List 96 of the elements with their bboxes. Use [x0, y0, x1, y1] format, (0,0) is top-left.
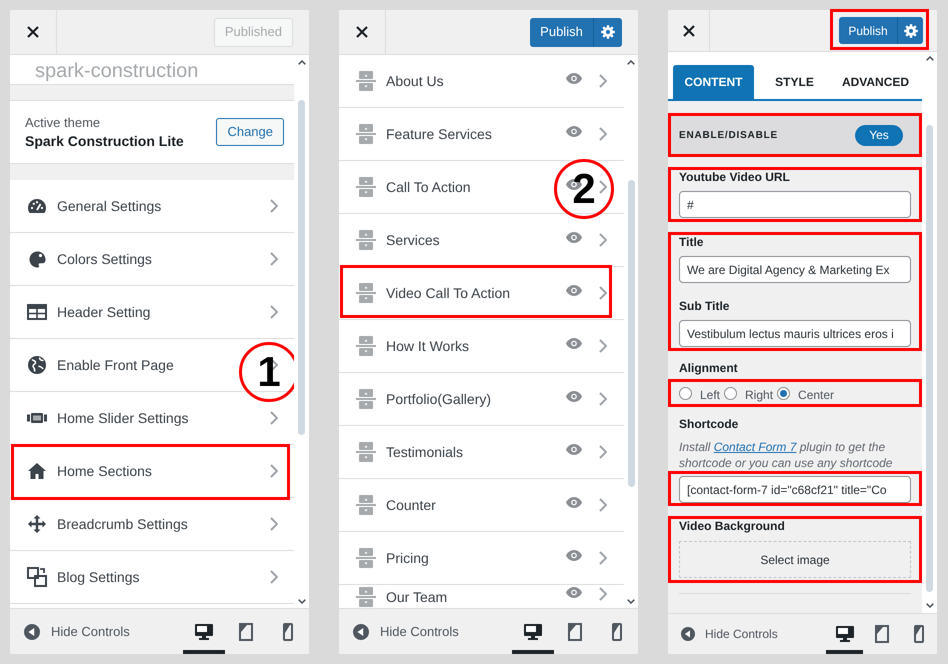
chevron-right-icon — [599, 498, 607, 512]
split-block-icon — [356, 548, 376, 568]
text-input[interactable]: # — [679, 191, 911, 218]
caret-up-icon[interactable] — [627, 60, 635, 65]
close-icon — [27, 26, 39, 38]
arrow-left-circle-icon — [681, 627, 695, 641]
chevron-right-icon — [599, 127, 607, 141]
contact-form-link[interactable]: Contact Form 7 — [714, 440, 796, 454]
desktop-icon — [836, 626, 854, 642]
desktop-icon — [195, 624, 213, 640]
gear-icon — [904, 24, 918, 38]
tablet-icon — [568, 622, 582, 640]
split-block-icon — [356, 283, 376, 303]
radio-button[interactable] — [679, 386, 692, 400]
desktop-icon — [524, 624, 542, 640]
chevron-right-icon — [270, 411, 278, 425]
split-block-icon — [356, 71, 376, 91]
chevron-right-icon — [270, 358, 278, 372]
tablet-icon — [239, 622, 253, 640]
text-input[interactable]: [contact-form-7 id="c68cf21" title="Co — [679, 476, 911, 503]
scrollbar-thumb[interactable] — [628, 180, 634, 487]
caret-down-icon[interactable] — [298, 599, 306, 604]
split-block-icon — [356, 495, 376, 515]
field-label: Title — [679, 235, 704, 249]
text-input[interactable]: Vestibulum lectus mauris ultrices eros i — [679, 320, 911, 347]
theme-name: Spark Construction Lite — [25, 132, 184, 150]
gear-icon — [601, 25, 615, 39]
chevron-right-icon — [599, 445, 607, 459]
slides-icon — [27, 413, 47, 423]
gauge-icon — [28, 199, 46, 213]
chevron-right-icon — [599, 233, 607, 247]
help-text: Install Contact Form 7 plugin to get the shortcode or you can use any shortcode — [679, 439, 894, 471]
chevron-right-icon — [270, 464, 278, 478]
tab[interactable]: CONTENT — [673, 65, 754, 99]
chevron-right-icon — [270, 570, 278, 584]
chevron-right-icon — [599, 392, 607, 406]
palette-icon — [28, 250, 46, 268]
settings-button[interactable] — [593, 18, 622, 46]
tab[interactable]: ADVANCED — [835, 65, 916, 99]
field-label: Youtube Video URL — [679, 170, 790, 184]
split-block-icon — [356, 230, 376, 250]
chevron-right-icon — [599, 74, 607, 88]
mobile-icon — [612, 622, 622, 640]
text-input[interactable]: We are Digital Agency & Marketing Ex — [679, 256, 911, 283]
chevron-right-icon — [599, 339, 607, 353]
arrow-left-circle-icon — [24, 624, 40, 640]
split-block-icon — [356, 177, 376, 197]
chevron-right-icon — [270, 517, 278, 531]
overlapping-squares-icon — [27, 567, 47, 587]
tab[interactable]: STYLE — [754, 65, 835, 99]
chevron-right-icon — [270, 199, 278, 213]
caret-down-icon[interactable] — [926, 603, 934, 608]
split-block-icon — [356, 587, 376, 607]
mobile-icon — [914, 625, 924, 643]
publish-button[interactable]: Publish — [839, 17, 897, 44]
toggle-switch[interactable]: Yes — [855, 124, 903, 146]
caret-down-icon[interactable] — [627, 599, 635, 604]
arrow-left-circle-icon — [353, 624, 369, 640]
house-icon — [28, 463, 46, 479]
settings-button[interactable] — [897, 17, 923, 44]
move-arrows-icon — [28, 515, 46, 533]
field-label: Shortcode — [679, 417, 738, 431]
chevron-right-icon — [599, 551, 607, 565]
change-theme-button[interactable]: Change — [216, 118, 284, 146]
chevron-right-icon — [599, 286, 607, 300]
site-title: spark-construction — [35, 59, 198, 84]
tablet-icon — [874, 625, 888, 643]
radio-button[interactable] — [777, 386, 790, 400]
radio-option[interactable]: Right — [724, 382, 774, 404]
split-block-icon — [356, 442, 376, 462]
caret-up-icon[interactable] — [926, 56, 934, 61]
toggle-label: ENABLE/DISABLE — [679, 128, 778, 142]
close-icon — [682, 24, 694, 36]
layout-grid-icon — [27, 304, 47, 320]
radio-button[interactable] — [724, 386, 738, 400]
chevron-right-icon — [270, 305, 278, 319]
close-icon — [356, 26, 368, 38]
chevron-right-icon — [270, 252, 278, 266]
split-block-icon — [356, 336, 376, 356]
caret-up-icon[interactable] — [298, 60, 306, 65]
split-block-icon — [356, 124, 376, 144]
field-label: Video Background — [679, 519, 785, 533]
chevron-right-icon — [599, 180, 607, 194]
field-label: Alignment — [679, 361, 738, 375]
select-image-button[interactable]: Select image — [679, 541, 911, 578]
publish-button[interactable]: Publish — [530, 18, 593, 46]
mobile-icon — [283, 622, 293, 640]
chevron-right-icon — [599, 587, 607, 601]
radio-option[interactable]: Center — [777, 382, 834, 404]
split-block-icon — [356, 389, 376, 409]
scrollbar-thumb[interactable] — [298, 100, 305, 435]
field-label: Sub Title — [679, 299, 730, 313]
theme-caption: Active theme — [25, 114, 102, 130]
globe-icon — [28, 356, 46, 374]
radio-option[interactable]: Left — [679, 382, 720, 404]
scrollbar-thumb[interactable] — [926, 125, 933, 592]
